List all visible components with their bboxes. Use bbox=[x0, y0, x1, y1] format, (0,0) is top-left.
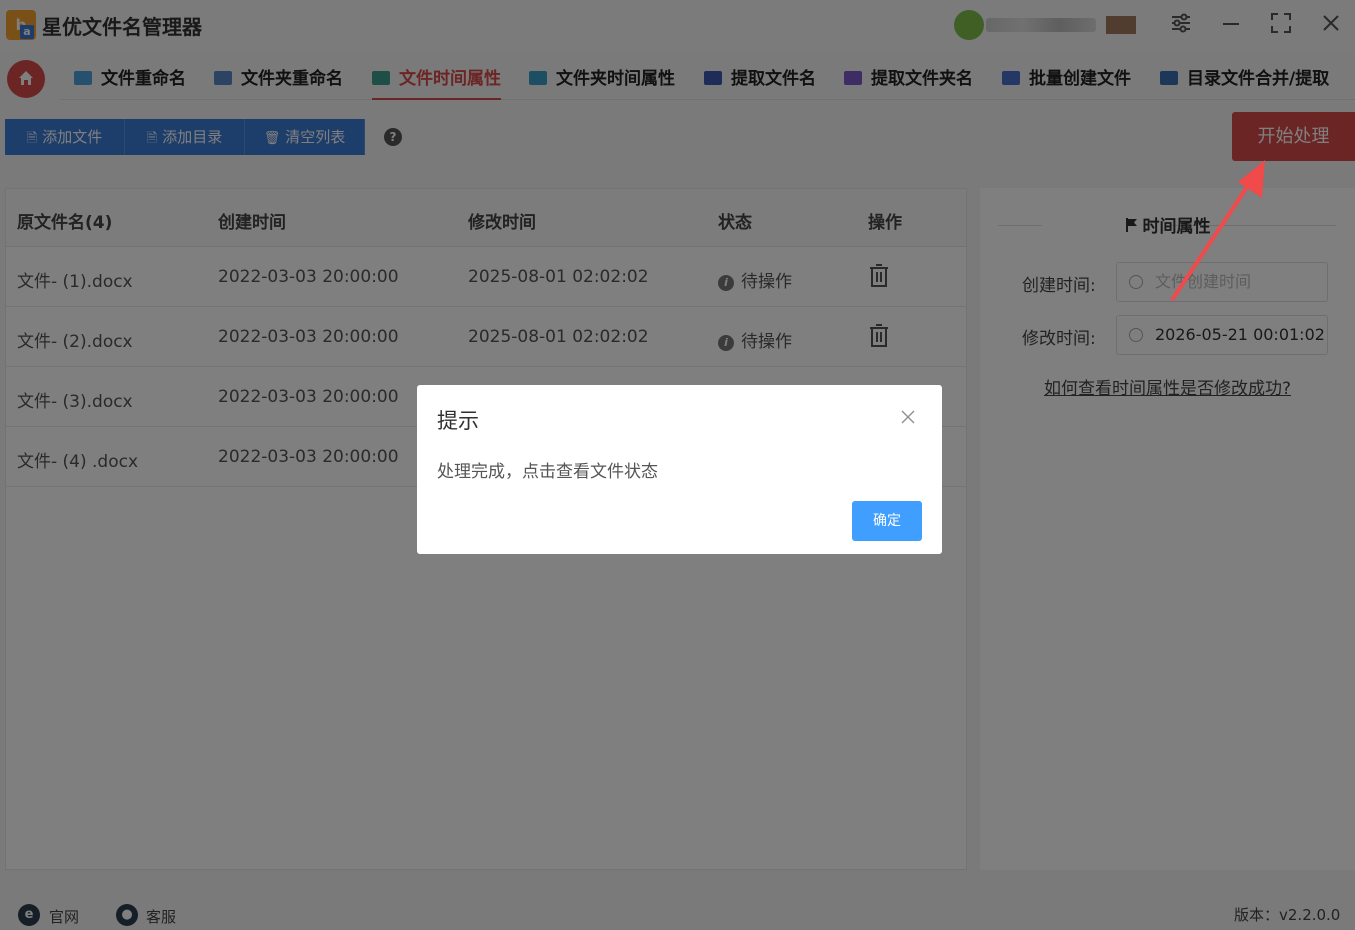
dialog-message: 处理完成，点击查看文件状态 bbox=[437, 462, 658, 482]
close-icon[interactable] bbox=[901, 405, 915, 429]
dialog-title: 提示 bbox=[437, 409, 479, 433]
confirm-button[interactable]: 确定 bbox=[852, 501, 922, 541]
alert-dialog: 提示 处理完成，点击查看文件状态 确定 bbox=[417, 385, 942, 554]
